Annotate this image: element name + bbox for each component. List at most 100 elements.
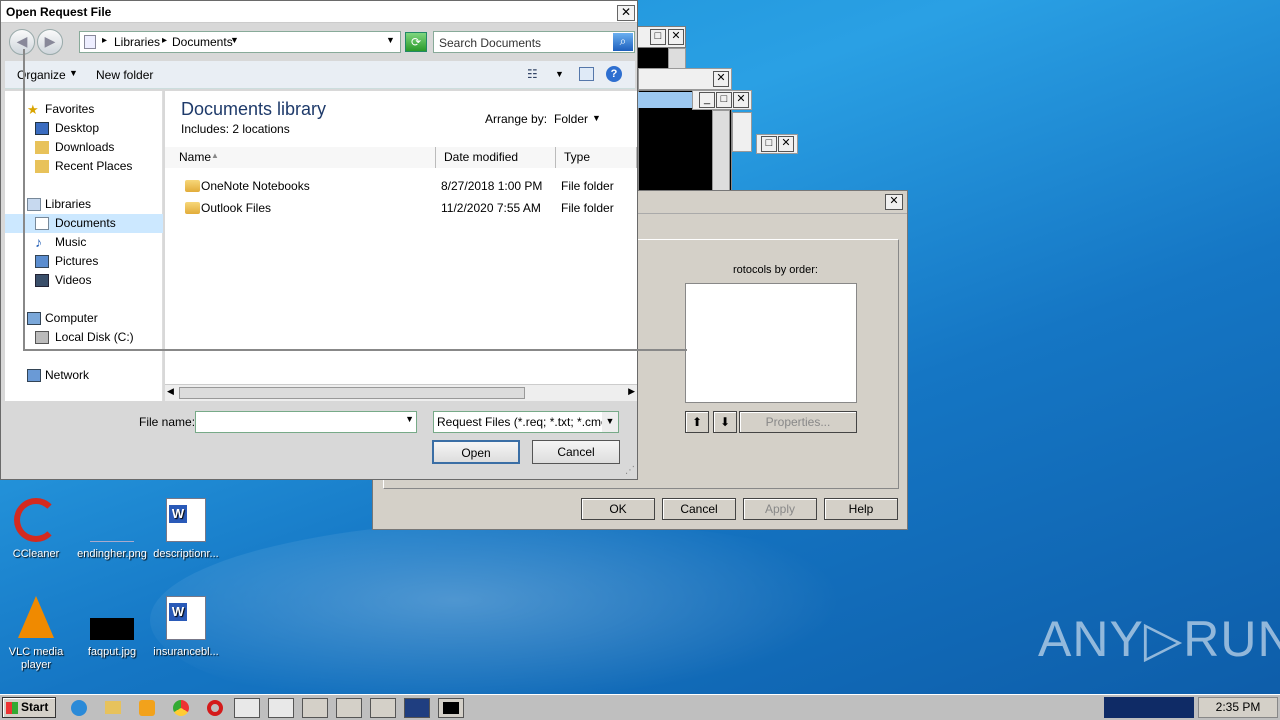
help-icon[interactable]: ? xyxy=(606,66,622,82)
maximize-icon[interactable]: □ xyxy=(650,29,666,45)
nav-videos[interactable]: Videos xyxy=(5,271,163,290)
column-type[interactable]: Type xyxy=(556,147,637,168)
breadcrumb-documents[interactable]: Documents xyxy=(172,35,233,49)
bg-window2-titlebar[interactable]: ✕ xyxy=(638,68,732,90)
back-button[interactable]: ◀ xyxy=(9,29,35,55)
address-bar[interactable]: ▸ Libraries ▸ Documents ▼ ▼ xyxy=(79,31,401,53)
desktop-icon-faqput[interactable]: faqput.jpg xyxy=(76,596,148,659)
column-name[interactable]: Name xyxy=(165,147,436,168)
desktop-icon-vlc[interactable]: VLC media player xyxy=(4,596,68,672)
file-row[interactable]: Outlook Files 11/2/2020 7:55 AM File fol… xyxy=(165,198,637,218)
new-folder-button[interactable]: New folder xyxy=(96,68,153,82)
taskbar-console-button[interactable] xyxy=(438,698,464,718)
scroll-thumb[interactable] xyxy=(179,387,525,399)
views-icon[interactable]: ☷ xyxy=(527,67,538,81)
taskbar-app-button[interactable] xyxy=(268,698,294,718)
search-input[interactable]: Search Documents xyxy=(439,36,541,50)
close-icon[interactable]: ✕ xyxy=(668,29,684,45)
properties-button[interactable]: Properties... xyxy=(739,411,857,433)
resize-grip-icon[interactable]: ⋰ xyxy=(625,465,635,476)
taskbar-app-button[interactable] xyxy=(234,698,260,718)
forward-button[interactable]: ▶ xyxy=(37,29,63,55)
nav-computer[interactable]: Computer xyxy=(5,309,163,328)
nav-libraries[interactable]: Libraries xyxy=(5,195,163,214)
open-request-file-dialog[interactable]: Open Request File ✕ ◀ ▶ ▸ Libraries ▸ Do… xyxy=(0,0,687,480)
explorer-icon[interactable] xyxy=(100,698,126,718)
opera-icon[interactable] xyxy=(202,698,228,718)
folder-icon xyxy=(185,180,200,192)
cancel-button[interactable]: Cancel xyxy=(662,498,736,520)
file-type: File folder xyxy=(561,201,614,215)
bg-window-titlebar[interactable]: □ ✕ xyxy=(636,26,686,48)
close-icon[interactable]: ✕ xyxy=(617,5,635,21)
chevron-down-icon[interactable]: ▼ xyxy=(602,412,618,432)
desktop-icon-ccleaner[interactable]: CCleaner xyxy=(6,498,66,561)
nav-label: Videos xyxy=(55,273,92,287)
bg-scrollbar-3[interactable] xyxy=(732,112,752,152)
close-icon[interactable]: ✕ xyxy=(733,92,749,108)
scroll-right-icon[interactable]: ▶ xyxy=(628,386,635,397)
chevron-down-icon[interactable]: ▼ xyxy=(592,113,601,123)
media-player-icon[interactable] xyxy=(134,698,160,718)
nav-music[interactable]: ♪ Music xyxy=(5,233,163,252)
chrome-icon[interactable] xyxy=(168,698,194,718)
maximize-icon[interactable]: □ xyxy=(761,136,777,152)
horizontal-scrollbar[interactable]: ◀ ▶ xyxy=(165,384,637,401)
close-icon[interactable]: ✕ xyxy=(885,194,903,210)
ok-button[interactable]: OK xyxy=(581,498,655,520)
taskbar-app-button[interactable] xyxy=(336,698,362,718)
desktop-icon-description[interactable]: W descriptionr... xyxy=(150,498,222,561)
nav-recent-places[interactable]: Recent Places xyxy=(5,157,163,176)
desktop-icon-endingher[interactable]: endingher.png xyxy=(76,498,148,561)
bg-window3-titlebar[interactable]: _ □ ✕ xyxy=(692,90,752,110)
ie-icon[interactable] xyxy=(66,698,92,718)
open-button[interactable]: Open xyxy=(432,440,520,464)
column-date-modified[interactable]: Date modified xyxy=(436,147,556,168)
taskbar-app-button[interactable] xyxy=(404,698,430,718)
address-dropdown-icon[interactable]: ▼ xyxy=(386,35,395,45)
nav-favorites[interactable]: ★ Favorites xyxy=(5,100,163,119)
nav-documents[interactable]: Documents xyxy=(5,214,163,233)
taskbar-app-button[interactable] xyxy=(370,698,396,718)
help-button[interactable]: Help xyxy=(824,498,898,520)
search-box[interactable]: Search Documents ⌕ xyxy=(433,31,635,53)
bg-window4-titlebar[interactable]: □ ✕ xyxy=(756,134,798,154)
nav-local-disk[interactable]: Local Disk (C:) xyxy=(5,328,163,347)
start-button[interactable]: Start xyxy=(2,697,56,718)
nav-pictures[interactable]: Pictures xyxy=(5,252,163,271)
search-icon[interactable]: ⌕ xyxy=(613,33,633,51)
apply-button[interactable]: Apply xyxy=(743,498,817,520)
close-icon[interactable]: ✕ xyxy=(778,136,794,152)
preview-pane-icon[interactable] xyxy=(579,67,594,81)
scroll-left-icon[interactable]: ◀ xyxy=(167,386,174,397)
arrange-by-value[interactable]: Folder xyxy=(554,112,588,126)
nav-desktop[interactable]: Desktop xyxy=(5,119,163,138)
breadcrumb-libraries[interactable]: Libraries xyxy=(114,35,160,49)
chevron-down-icon[interactable]: ▼ xyxy=(69,68,78,78)
close-icon[interactable]: ✕ xyxy=(713,71,729,87)
icon-label: faqput.jpg xyxy=(87,646,137,658)
protocols-label: rotocols by order: xyxy=(733,264,818,276)
file-type-select[interactable]: Request Files (*.req; *.txt; *.cmc; ▼ xyxy=(433,411,619,433)
system-tray[interactable] xyxy=(1104,697,1194,718)
taskbar-app-button[interactable] xyxy=(302,698,328,718)
protocols-list[interactable] xyxy=(685,283,857,403)
chevron-down-icon[interactable]: ▼ xyxy=(555,69,564,79)
cancel-button[interactable]: Cancel xyxy=(532,440,620,464)
move-down-button[interactable]: ⬇ xyxy=(713,411,737,433)
chevron-down-icon[interactable]: ▼ xyxy=(405,414,414,424)
file-name-input[interactable]: ▼ xyxy=(195,411,417,433)
nav-network[interactable]: Network xyxy=(5,366,163,385)
chevron-down-icon[interactable]: ▼ xyxy=(230,35,239,45)
move-up-button[interactable]: ⬆ xyxy=(685,411,709,433)
minimize-icon[interactable]: _ xyxy=(699,92,715,108)
library-includes[interactable]: Includes: 2 locations xyxy=(181,122,290,136)
maximize-icon[interactable]: □ xyxy=(716,92,732,108)
file-type-value: Request Files (*.req; *.txt; *.cmc; xyxy=(437,415,611,429)
refresh-icon[interactable]: ⟳ xyxy=(405,32,427,52)
clock[interactable]: 2:35 PM xyxy=(1198,697,1278,718)
file-list-pane[interactable]: Documents library Includes: 2 locations … xyxy=(165,91,637,401)
desktop-icon-insurance[interactable]: W insurancebl... xyxy=(150,596,222,659)
file-row[interactable]: OneNote Notebooks 8/27/2018 1:00 PM File… xyxy=(165,176,637,196)
nav-downloads[interactable]: Downloads xyxy=(5,138,163,157)
